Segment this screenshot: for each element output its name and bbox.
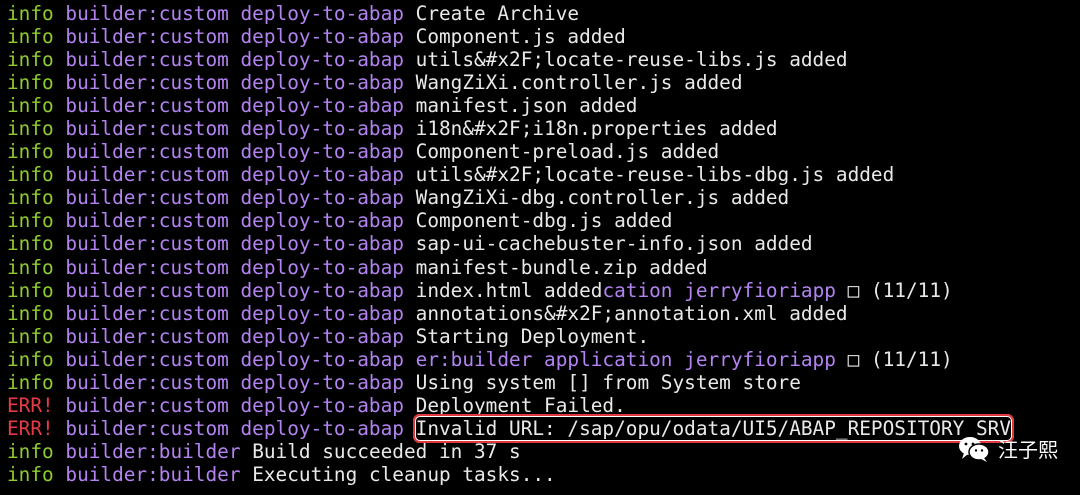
log-line: info builder:custom deploy-to-abap Compo…	[0, 25, 1080, 48]
log-source: builder:custom deploy-to-abap	[65, 209, 404, 233]
log-message: Component.js added	[415, 25, 626, 49]
log-message: Build succeeded in 37 s	[252, 439, 521, 463]
log-line: info builder:builder Executing cleanup t…	[0, 463, 1080, 486]
log-level-info: info	[7, 48, 54, 72]
log-source: builder:custom deploy-to-abap	[65, 140, 404, 164]
log-message: WangZiXi-dbg.controller.js added	[415, 186, 790, 210]
log-line: info builder:custom deploy-to-abap annot…	[0, 302, 1080, 325]
log-line: info builder:custom deploy-to-abap Using…	[0, 371, 1080, 394]
log-line: info builder:custom deploy-to-abap er:bu…	[0, 348, 1080, 371]
log-level-err: ERR!	[7, 393, 54, 417]
log-message: index.html added	[415, 278, 603, 302]
log-line: info builder:custom deploy-to-abap Start…	[0, 325, 1080, 348]
log-message: Starting Deployment.	[415, 324, 650, 348]
log-level-info: info	[7, 94, 54, 118]
log-line: info builder:custom deploy-to-abap WangZ…	[0, 71, 1080, 94]
log-line: info builder:custom deploy-to-abap WangZ…	[0, 186, 1080, 209]
log-line: ERR! builder:custom deploy-to-abap Deplo…	[0, 394, 1080, 417]
log-line: info builder:builder Build succeeded in …	[0, 440, 1080, 463]
log-message: i18n&#x2F;i18n.properties added	[415, 117, 778, 141]
log-source: builder:custom deploy-to-abap	[65, 94, 404, 118]
log-source: builder:custom deploy-to-abap	[65, 301, 404, 325]
log-line: info builder:custom deploy-to-abap sap-u…	[0, 232, 1080, 255]
log-source: builder:custom deploy-to-abap	[65, 232, 404, 256]
log-line: info builder:custom deploy-to-abap Compo…	[0, 140, 1080, 163]
log-message: Component-dbg.js added	[415, 209, 673, 233]
log-source: builder:builder	[65, 439, 241, 463]
log-line: info builder:custom deploy-to-abap utils…	[0, 163, 1080, 186]
log-source: builder:custom deploy-to-abap	[65, 163, 404, 187]
log-message: annotations&#x2F;annotation.xml added	[415, 301, 848, 325]
log-level-info: info	[7, 439, 54, 463]
log-source: builder:custom deploy-to-abap	[65, 393, 404, 417]
log-line: info builder:custom deploy-to-abap manif…	[0, 94, 1080, 117]
terminal-output: info builder:custom deploy-to-abap Creat…	[0, 0, 1080, 495]
log-message: Create Archive	[415, 2, 580, 25]
log-overlap-text: er:builder application jerryfioriapp	[415, 347, 836, 371]
log-source: builder:custom deploy-to-abap	[65, 2, 404, 25]
log-level-info: info	[7, 232, 54, 256]
log-source: builder:custom deploy-to-abap	[65, 117, 404, 141]
log-line: info builder:custom deploy-to-abap index…	[0, 279, 1080, 302]
log-line: info builder:custom deploy-to-abap i18n&…	[0, 117, 1080, 140]
log-progress: □ (11/11)	[835, 347, 953, 371]
log-message: sap-ui-cachebuster-info.json added	[415, 232, 813, 256]
log-source: builder:custom deploy-to-abap	[65, 255, 404, 279]
log-level-info: info	[7, 347, 54, 371]
log-message: Executing cleanup tasks...	[252, 462, 556, 486]
log-line: info builder:custom deploy-to-abap Creat…	[0, 2, 1080, 25]
wechat-icon	[958, 435, 990, 463]
log-source: builder:custom deploy-to-abap	[65, 25, 404, 49]
log-source: builder:custom deploy-to-abap	[65, 416, 404, 440]
log-source: builder:custom deploy-to-abap	[65, 370, 404, 394]
log-line: info builder:custom deploy-to-abap utils…	[0, 48, 1080, 71]
log-level-info: info	[7, 324, 54, 348]
log-line: ERR! builder:custom deploy-to-abap Inval…	[0, 413, 1080, 443]
log-source: builder:custom deploy-to-abap	[65, 278, 404, 302]
log-line: info builder:custom deploy-to-abap Compo…	[0, 209, 1080, 232]
log-level-info: info	[7, 209, 54, 233]
log-level-info: info	[7, 255, 54, 279]
log-message: manifest-bundle.zip added	[415, 255, 708, 279]
log-message: WangZiXi.controller.js added	[415, 71, 743, 95]
log-message: manifest.json added	[415, 94, 638, 118]
log-message: Using system [] from System store	[415, 370, 801, 394]
log-level-info: info	[7, 140, 54, 164]
log-progress: □ (11/11)	[835, 278, 953, 302]
log-level-info: info	[7, 278, 54, 302]
log-level-info: info	[7, 25, 54, 49]
log-source: builder:custom deploy-to-abap	[65, 48, 404, 72]
log-overlap-text: cation jerryfioriapp	[602, 278, 836, 302]
log-message: Deployment Failed.	[415, 393, 626, 417]
log-level-info: info	[7, 370, 54, 394]
highlighted-error-message: Invalid URL: /sap/opu/odata/UI5/ABAP_REP…	[412, 413, 1015, 443]
log-source: builder:custom deploy-to-abap	[65, 186, 404, 210]
log-level-err: ERR!	[7, 416, 54, 440]
log-level-info: info	[7, 2, 54, 25]
log-message: Component-preload.js added	[415, 140, 720, 164]
log-source: builder:custom deploy-to-abap	[65, 71, 404, 95]
watermark-text: 汪子熙	[998, 438, 1058, 462]
log-message: utils&#x2F;locate-reuse-libs.js added	[415, 48, 848, 72]
watermark: 汪子熙	[958, 434, 1058, 463]
log-source: builder:custom deploy-to-abap	[65, 324, 404, 348]
log-level-info: info	[7, 462, 54, 486]
log-level-info: info	[7, 186, 54, 210]
log-level-info: info	[7, 117, 54, 141]
log-source: builder:builder	[65, 462, 241, 486]
log-level-info: info	[7, 301, 54, 325]
log-source: builder:custom deploy-to-abap	[65, 347, 404, 371]
log-line: info builder:custom deploy-to-abap manif…	[0, 256, 1080, 279]
log-level-info: info	[7, 71, 54, 95]
log-message: utils&#x2F;locate-reuse-libs-dbg.js adde…	[415, 163, 895, 187]
log-level-info: info	[7, 163, 54, 187]
